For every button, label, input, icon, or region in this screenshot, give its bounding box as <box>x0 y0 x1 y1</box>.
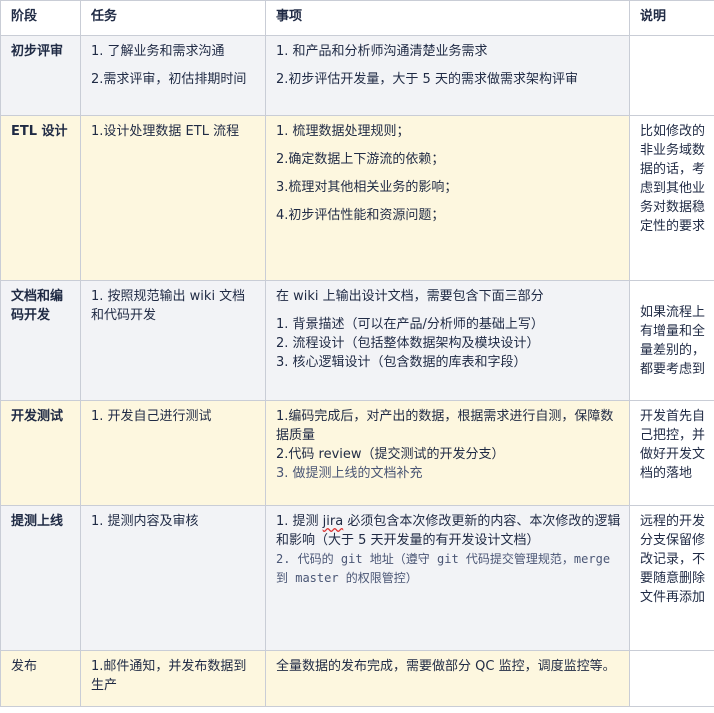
task-line: 1. 按照规范输出 wiki 文档和代码开发 <box>91 289 246 323</box>
item-line: 1. 提测 jira 必须包含本次修改更新的内容、本次修改的逻辑和影响（大于 5… <box>276 512 621 550</box>
note-cell: 如果流程上有增量和全量差别的，都要考虑到 <box>629 280 714 401</box>
header-stage: 阶段 <box>0 0 81 36</box>
table-row: ETL 设计 1.设计处理数据 ETL 流程 1. 梳理数据处理规则； 2.确定… <box>0 115 714 281</box>
header-row: 阶段 任务 事项 说明 <box>0 0 714 36</box>
item-line: 2.确定数据上下游流的依赖； <box>276 152 445 167</box>
jira-link[interactable]: jira <box>323 514 344 529</box>
items-cell: 全量数据的发布完成，需要做部分 QC 监控，调度监控等。 <box>265 650 630 707</box>
item-line: 2.初步评估开发量，大于 5 天的需求做需求架构评审 <box>276 72 578 87</box>
item-line: 2. 流程设计（包括整体数据架构及模块设计） <box>276 336 540 351</box>
task-cell: 1. 按照规范输出 wiki 文档和代码开发 <box>80 280 266 401</box>
items-cell: 1.编码完成后，对产出的数据，根据需求进行自测，保障数据质量 2.代码 revi… <box>265 400 630 506</box>
note-cell <box>629 650 714 707</box>
header-items: 事项 <box>265 0 630 36</box>
item-line: 4.初步评估性能和资源问题； <box>276 208 445 223</box>
stage-cell: ETL 设计 <box>0 115 81 281</box>
item-line: 1. 梳理数据处理规则； <box>276 124 410 139</box>
task-cell: 1.邮件通知，并发布数据到生产 <box>80 650 266 707</box>
table-row: 开发测试 1. 开发自己进行测试 1.编码完成后，对产出的数据，根据需求进行自测… <box>0 400 714 506</box>
items-cell: 在 wiki 上输出设计文档，需要包含下面三部分 1. 背景描述（可以在产品/分… <box>265 280 630 401</box>
task-line: 2.需求评审，初估排期时间 <box>91 72 247 87</box>
note-cell: 远程的开发分支保留修改记录，不要随意删除文件再添加 <box>629 505 714 651</box>
header-task: 任务 <box>80 0 266 36</box>
item-line: 1. 和产品和分析师沟通清楚业务需求 <box>276 44 488 59</box>
item-line: 1.编码完成后，对产出的数据，根据需求进行自测，保障数据质量 <box>276 409 614 443</box>
stage-cell: 提测上线 <box>0 505 81 651</box>
note-cell: 比如修改的非业务域数据的话，考虑到其他业务对数据稳定性的要求 <box>629 115 714 281</box>
note-cell <box>629 35 714 116</box>
header-note: 说明 <box>629 0 714 36</box>
task-cell: 1. 提测内容及审核 <box>80 505 266 651</box>
item-line: 3.梳理对其他相关业务的影响； <box>276 180 458 195</box>
task-line: 1. 了解业务和需求沟通 <box>91 44 225 59</box>
item-line: 1. 背景描述（可以在产品/分析师的基础上写） <box>276 317 544 332</box>
item-line: 2. 代码的 git 地址（遵守 git 代码提交管理规范，merge 到 ma… <box>276 552 611 585</box>
item-line: 3. 做提测上线的文档补充 <box>276 466 423 481</box>
task-cell: 1.设计处理数据 ETL 流程 <box>80 115 266 281</box>
table-row: 发布 1.邮件通知，并发布数据到生产 全量数据的发布完成，需要做部分 QC 监控… <box>0 650 714 707</box>
items-cell: 1. 梳理数据处理规则； 2.确定数据上下游流的依赖； 3.梳理对其他相关业务的… <box>265 115 630 281</box>
table-row: 文档和编码开发 1. 按照规范输出 wiki 文档和代码开发 在 wiki 上输… <box>0 280 714 401</box>
task-line: 1.设计处理数据 ETL 流程 <box>91 124 240 139</box>
item-line: 全量数据的发布完成，需要做部分 QC 监控，调度监控等。 <box>276 659 616 674</box>
task-cell: 1. 开发自己进行测试 <box>80 400 266 506</box>
items-cell: 1. 和产品和分析师沟通清楚业务需求 2.初步评估开发量，大于 5 天的需求做需… <box>265 35 630 116</box>
items-cell: 1. 提测 jira 必须包含本次修改更新的内容、本次修改的逻辑和影响（大于 5… <box>265 505 630 651</box>
stage-cell: 开发测试 <box>0 400 81 506</box>
process-table: 阶段 任务 事项 说明 初步评审 1. 了解业务和需求沟通 2.需求评审，初估排… <box>0 0 714 707</box>
task-line: 1. 提测内容及审核 <box>91 514 199 529</box>
note-cell: 开发首先自己把控，并做好开发文档的落地 <box>629 400 714 506</box>
item-line: 2.代码 review（提交测试的开发分支） <box>276 447 505 462</box>
item-line: 3. 核心逻辑设计（包含数据的库表和字段） <box>276 355 527 370</box>
task-cell: 1. 了解业务和需求沟通 2.需求评审，初估排期时间 <box>80 35 266 116</box>
stage-cell: 发布 <box>0 650 81 707</box>
item-prefix: 1. 提测 <box>276 514 323 529</box>
table-row: 提测上线 1. 提测内容及审核 1. 提测 jira 必须包含本次修改更新的内容… <box>0 505 714 651</box>
table-row: 初步评审 1. 了解业务和需求沟通 2.需求评审，初估排期时间 1. 和产品和分… <box>0 35 714 116</box>
item-intro: 在 wiki 上输出设计文档，需要包含下面三部分 <box>276 289 544 304</box>
stage-cell: 文档和编码开发 <box>0 280 81 401</box>
task-line: 1.邮件通知，并发布数据到生产 <box>91 659 247 693</box>
task-line: 1. 开发自己进行测试 <box>91 409 212 424</box>
stage-cell: 初步评审 <box>0 35 81 116</box>
